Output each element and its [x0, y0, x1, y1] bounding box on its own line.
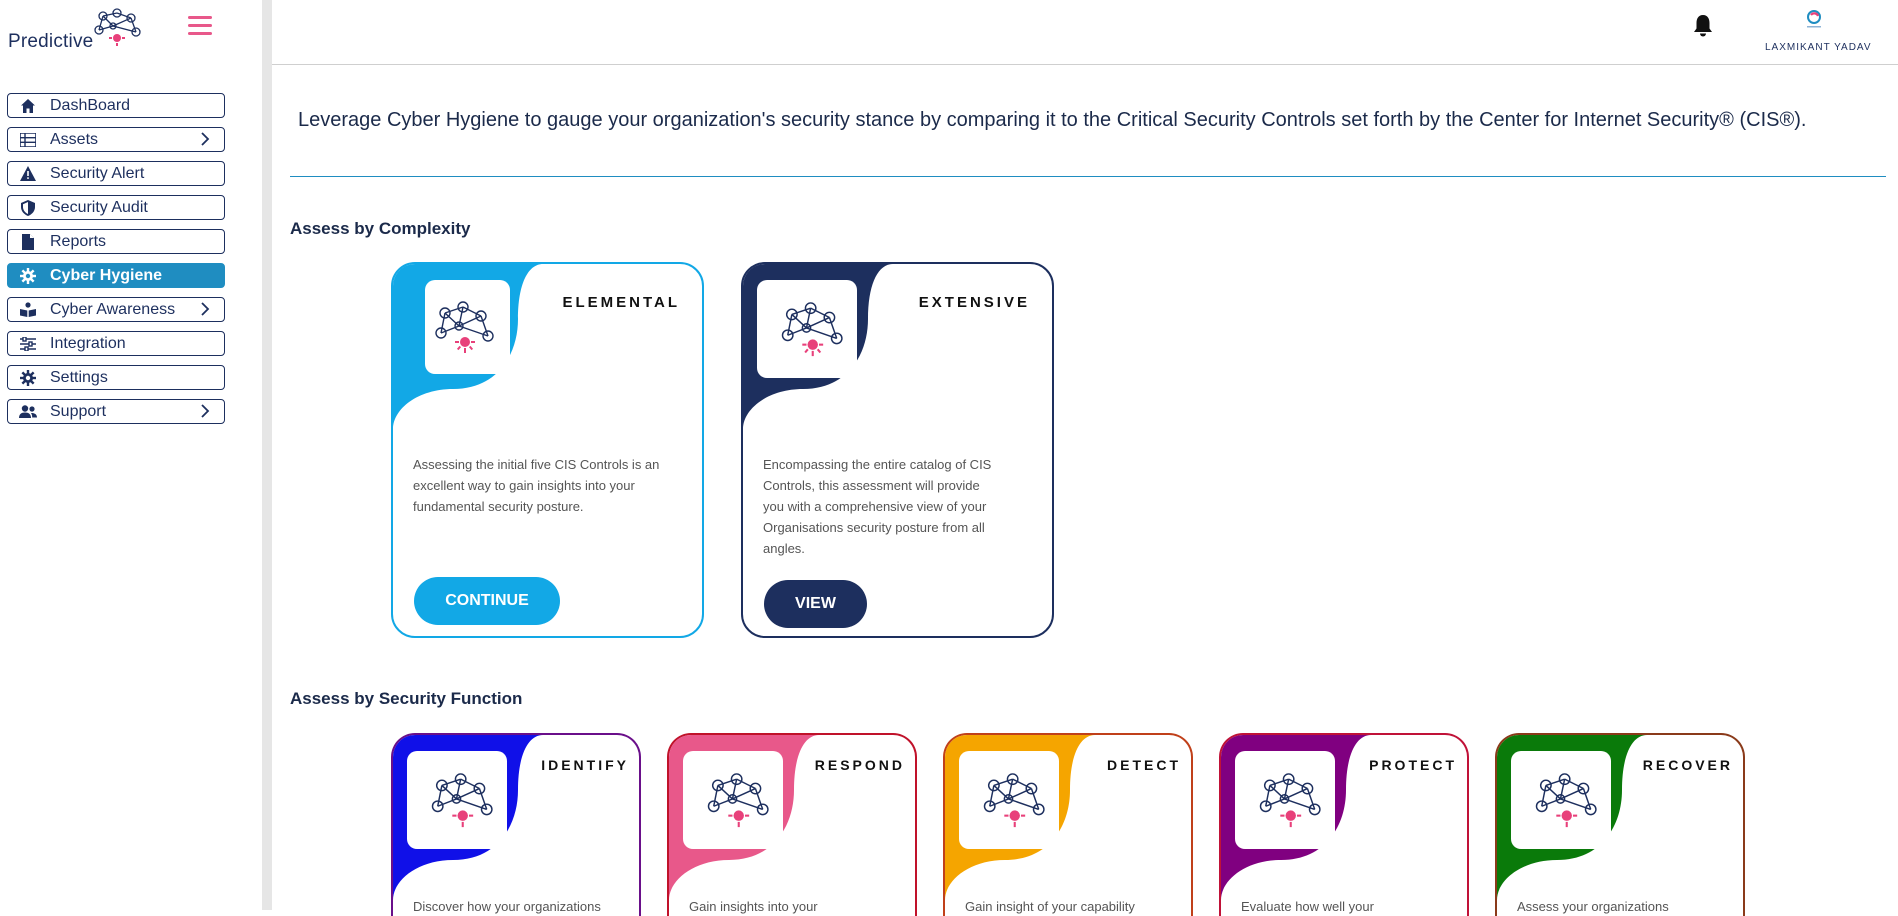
card-title: RECOVER: [1642, 757, 1733, 773]
notification-bell-icon[interactable]: [1692, 14, 1714, 38]
gear-icon: [19, 369, 37, 387]
users-icon: [19, 403, 37, 421]
network-virus-icon: [435, 301, 494, 353]
sidebar: Predictive DashBoard Assets Security Ale…: [0, 0, 262, 916]
network-virus-icon: [1535, 773, 1597, 828]
page-intro: Leverage Cyber Hygiene to gauge your org…: [298, 109, 1807, 131]
gear-icon: [19, 267, 37, 285]
card-title: EXTENSIVE: [918, 294, 1030, 311]
document-icon: [19, 233, 37, 251]
section-title-complexity: Assess by Complexity: [290, 219, 471, 238]
brand-logo[interactable]: Predictive: [6, 8, 146, 58]
sidebar-item-label: Support: [50, 402, 107, 420]
sidebar-item-support[interactable]: Support: [7, 399, 225, 424]
card-title: RESPOND: [814, 757, 905, 773]
sidebar-item-label: Settings: [50, 368, 108, 386]
sidebar-item-label: Cyber Awareness: [50, 300, 176, 318]
chevron-right-icon: [201, 404, 210, 418]
card-icon-box: [959, 751, 1059, 849]
sidebar-item-integration[interactable]: Integration: [7, 331, 225, 356]
sidebar-item-cyber-awareness[interactable]: Cyber Awareness: [7, 297, 225, 322]
card-icon-box: [683, 751, 783, 849]
sliders-icon: [19, 335, 37, 353]
list-icon: [19, 131, 37, 149]
card-icon-box: [1235, 751, 1335, 849]
sidebar-item-reports[interactable]: Reports: [7, 229, 225, 254]
chevron-right-icon: [201, 302, 210, 316]
sidebar-item-cyber-hygiene[interactable]: Cyber Hygiene: [7, 263, 225, 288]
assessment-card-detect: DETECT Gain insight of your capability: [943, 733, 1193, 916]
assessment-card-elemental: ELEMENTAL Assessing the initial five CIS…: [391, 262, 704, 638]
sidebar-item-label: Security Alert: [50, 164, 145, 182]
card-description: Evaluate how well your: [1241, 899, 1374, 914]
card-description: Encompassing the entire catalog of CIS C…: [763, 457, 992, 556]
sidebar-item-dashboard[interactable]: DashBoard: [7, 93, 225, 118]
assessment-card-respond: RESPOND Gain insights into your: [667, 733, 917, 916]
network-virus-icon: [781, 302, 843, 357]
sidebar-item-security-audit[interactable]: Security Audit: [7, 195, 225, 220]
warning-icon: [19, 165, 37, 183]
section-title-function: Assess by Security Function: [290, 689, 523, 708]
continue-button[interactable]: CONTINUE: [414, 577, 560, 625]
card-icon-box: [425, 280, 510, 374]
sidebar-item-assets[interactable]: Assets: [7, 127, 225, 152]
network-virus-icon: [431, 773, 493, 828]
sidebar-scrollbar[interactable]: [262, 0, 272, 910]
sidebar-item-security-alert[interactable]: Security Alert: [7, 161, 225, 186]
network-virus-icon: [1259, 773, 1321, 828]
view-button[interactable]: VIEW: [764, 580, 867, 628]
sidebar-item-label: Integration: [50, 334, 126, 352]
card-title: ELEMENTAL: [562, 294, 680, 311]
user-avatar-icon[interactable]: [1803, 8, 1825, 30]
sidebar-item-label: Security Audit: [50, 198, 148, 216]
card-description: Assess your organizations: [1517, 899, 1669, 914]
sidebar-item-label: Reports: [50, 232, 107, 250]
home-icon: [19, 97, 37, 115]
sidebar-item-label: Assets: [50, 130, 99, 148]
shield-icon: [19, 199, 37, 217]
top-bar: [272, 0, 1898, 65]
card-title: IDENTIFY: [541, 757, 629, 773]
sidebar-item-settings[interactable]: Settings: [7, 365, 225, 390]
network-virus-icon: [707, 773, 769, 828]
card-title: DETECT: [1107, 757, 1181, 773]
user-name[interactable]: LAXMIKANT YADAV: [1765, 42, 1872, 53]
card-icon-box: [1511, 751, 1611, 849]
card-title: PROTECT: [1369, 757, 1457, 773]
card-icon-box: [757, 280, 857, 378]
card-description: Gain insight of your capability: [965, 899, 1135, 914]
assessment-card-recover: RECOVER Assess your organizations: [1495, 733, 1745, 916]
menu-toggle-icon[interactable]: [188, 16, 212, 40]
assessment-card-identify: IDENTIFY Discover how your organizations: [391, 733, 641, 916]
sidebar-nav: DashBoard Assets Security Alert Security…: [7, 93, 225, 433]
assessment-card-extensive: EXTENSIVE Encompassing the entire catalo…: [741, 262, 1054, 638]
network-virus-icon: [983, 773, 1045, 828]
sidebar-item-label: Cyber Hygiene: [50, 266, 163, 284]
divider: [290, 176, 1886, 177]
brand-name: Predictive: [8, 31, 94, 52]
card-icon-box: [407, 751, 507, 849]
chevron-right-icon: [201, 132, 210, 146]
reader-icon: [19, 301, 37, 319]
network-logo-icon: [94, 8, 141, 46]
sidebar-item-label: DashBoard: [50, 96, 131, 114]
card-description: Gain insights into your: [689, 899, 818, 914]
assessment-card-protect: PROTECT Evaluate how well your: [1219, 733, 1469, 916]
card-description: Assessing the initial five CIS Controls …: [413, 457, 660, 514]
card-description: Discover how your organizations: [413, 899, 601, 914]
